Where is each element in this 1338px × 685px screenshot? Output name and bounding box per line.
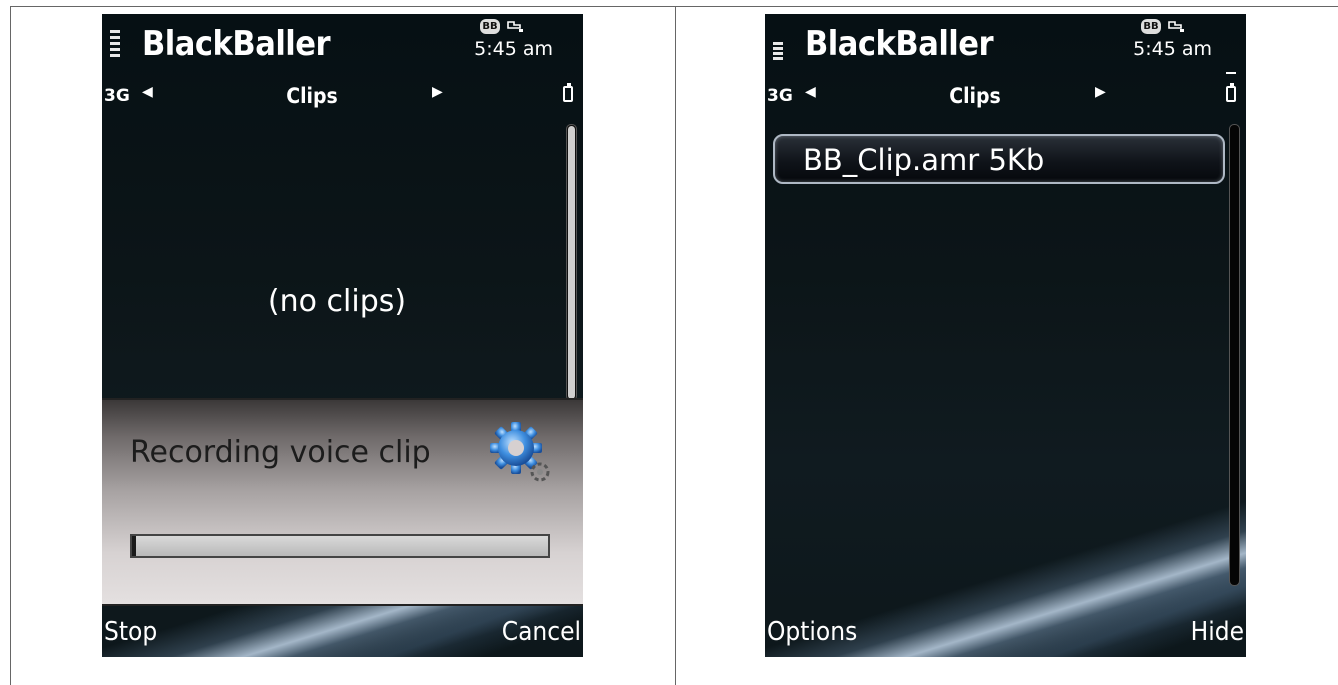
frame-line-top: [10, 6, 1338, 7]
clip-list-item[interactable]: BB_Clip.amr 5Kb: [773, 134, 1225, 184]
clip-label: BB_Clip.amr 5Kb: [803, 143, 1045, 177]
recording-dialog: Recording voice clip: [102, 398, 583, 606]
scrollbar-thumb[interactable]: [568, 126, 575, 399]
app-title: BlackBaller: [142, 24, 331, 64]
status-clock: 5:45 am: [1133, 38, 1212, 60]
empty-list-message: (no clips): [267, 284, 407, 319]
stop-button[interactable]: Stop: [104, 617, 157, 647]
arrow-right-icon[interactable]: ▶: [432, 84, 443, 100]
battery-icon: [563, 83, 573, 102]
usb-icon: [1167, 20, 1185, 32]
signal-icon: [773, 42, 783, 68]
gear-icon: [486, 418, 556, 488]
scrollbar[interactable]: [1229, 124, 1240, 586]
tab-title: Clips: [949, 84, 1001, 108]
scrollbar[interactable]: [566, 124, 577, 401]
bb-badge: BB: [480, 19, 500, 34]
frame-line-divider: [675, 6, 676, 685]
phone-screen-recording: BlackBaller BB 5:45 am 3G ◀ Clips ▶ (no …: [102, 14, 583, 657]
recording-progress-fill: [132, 536, 137, 556]
dialog-message: Recording voice clip: [130, 435, 431, 470]
app-title: BlackBaller: [805, 24, 994, 64]
tab-title: Clips: [286, 84, 338, 108]
arrow-right-icon[interactable]: ▶: [1095, 84, 1106, 100]
signal-icon: [110, 30, 120, 70]
usb-icon: [506, 20, 524, 32]
phone-screen-clips: BlackBaller BB 5:45 am 3G ◀ Clips ▶ BB_C…: [765, 14, 1246, 657]
bb-badge: BB: [1141, 19, 1161, 34]
recording-progress-bar: [130, 534, 550, 558]
frame-line-left: [10, 6, 11, 685]
options-button[interactable]: Options: [767, 617, 857, 647]
battery-icon: [1226, 83, 1236, 102]
cancel-button[interactable]: Cancel: [502, 617, 581, 647]
status-dash: [1226, 72, 1236, 74]
status-clock: 5:45 am: [474, 38, 553, 60]
hide-button[interactable]: Hide: [1191, 617, 1244, 647]
